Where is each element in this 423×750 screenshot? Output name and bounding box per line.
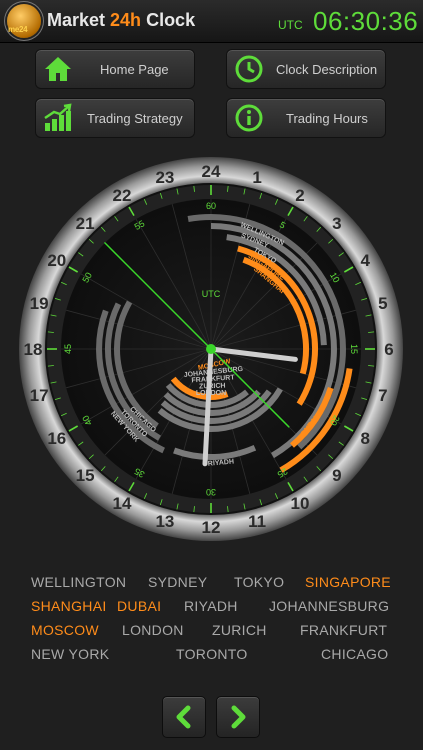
hour-number: 9 [332,466,341,485]
hour-number: 20 [47,251,66,270]
title-accent: 24h [110,10,142,30]
minute-number: 15 [349,344,359,354]
hour-number: 12 [202,518,221,537]
hour-number: 14 [113,494,132,513]
hour-number: 16 [47,429,66,448]
home-page-label: Home Page [100,62,169,77]
trading-strategy-label: Trading Strategy [87,111,183,126]
home-page-button[interactable]: Home Page [35,49,195,89]
logo-text: me24 [8,25,28,34]
clock-center-pin [206,344,216,354]
header-bar: me24 Market 24h Clock UTC 06:30:36 [0,0,423,43]
trading-hours-label: Trading Hours [286,111,368,126]
hour-number: 15 [76,466,95,485]
chart-icon [44,103,72,131]
minute-number: 30 [206,487,216,497]
hour-number: 3 [332,214,341,233]
hour-number: 21 [76,214,95,233]
title-part: Clock [141,10,196,30]
city-item[interactable]: WELLINGTON [31,574,126,590]
city-item[interactable]: JOHANNESBURG [269,598,389,614]
trading-hours-button[interactable]: Trading Hours [226,98,386,138]
city-item[interactable]: SINGAPORE [305,574,391,590]
clock-description-button[interactable]: Clock Description [226,49,386,89]
title-part: Market [47,10,111,30]
clock-icon [235,55,263,83]
city-item[interactable]: NEW YORK [31,646,109,662]
city-item[interactable]: ZURICH [212,622,267,638]
utc-label: UTC [278,18,303,32]
clock-description-label: Clock Description [276,62,378,77]
hour-number: 19 [30,294,49,313]
market-clock: 60 5 10 15 20 25 30 35 40 45 50 55 24 1 2 3 4 5 6 7 8 9 10 11 1… [15,153,407,545]
hour-number: 7 [378,386,387,405]
city-item[interactable]: LONDON [122,622,184,638]
clock-center-label: UTC [202,289,221,299]
info-icon [235,104,263,132]
utc-time: 06:30:36 [313,6,419,36]
clock-face: 60510152025303540455055 24 12345678910111… [19,157,403,541]
hour-number: 10 [291,494,310,513]
hour-number: 23 [155,168,174,187]
city-item[interactable]: TORONTO [176,646,248,662]
next-button[interactable] [216,696,260,738]
hour-number: 2 [295,186,304,205]
hour-number: 18 [24,340,43,359]
city-item[interactable]: CHICAGO [321,646,388,662]
city-item[interactable]: SHANGHAI [31,598,107,614]
previous-button[interactable] [162,696,206,738]
chevron-right-icon [231,705,246,729]
city-list: WELLINGTON SYDNEY TOKYO SINGAPORE SHANGHAI DU… [0,568,423,678]
hour-number: 22 [113,186,132,205]
hour-number: 4 [360,251,370,270]
minute-number: 45 [63,344,73,354]
minute-number: 60 [206,201,216,211]
hour-number: 1 [252,168,261,187]
app-title: Market 24h Clock [47,10,195,31]
hour-number: 24 [202,162,221,181]
city-item[interactable]: DUBAI [117,598,161,614]
city-item[interactable]: RIYADH [184,598,238,614]
city-item[interactable]: TOKYO [234,574,284,590]
city-item[interactable]: FRANKFURT [300,622,387,638]
hour-number: 17 [30,386,49,405]
hour-number: 11 [248,512,266,531]
hour-number: 13 [155,512,174,531]
home-icon [45,57,71,81]
hour-number: 6 [384,340,393,359]
chevron-left-icon [176,705,191,729]
city-item[interactable]: MOSCOW [31,622,99,638]
hour-number: 5 [378,294,387,313]
arc-label: ZURICH [199,383,226,391]
trading-strategy-button[interactable]: Trading Strategy [35,98,195,138]
hour-number: 8 [360,429,369,448]
city-item[interactable]: SYDNEY [148,574,207,590]
